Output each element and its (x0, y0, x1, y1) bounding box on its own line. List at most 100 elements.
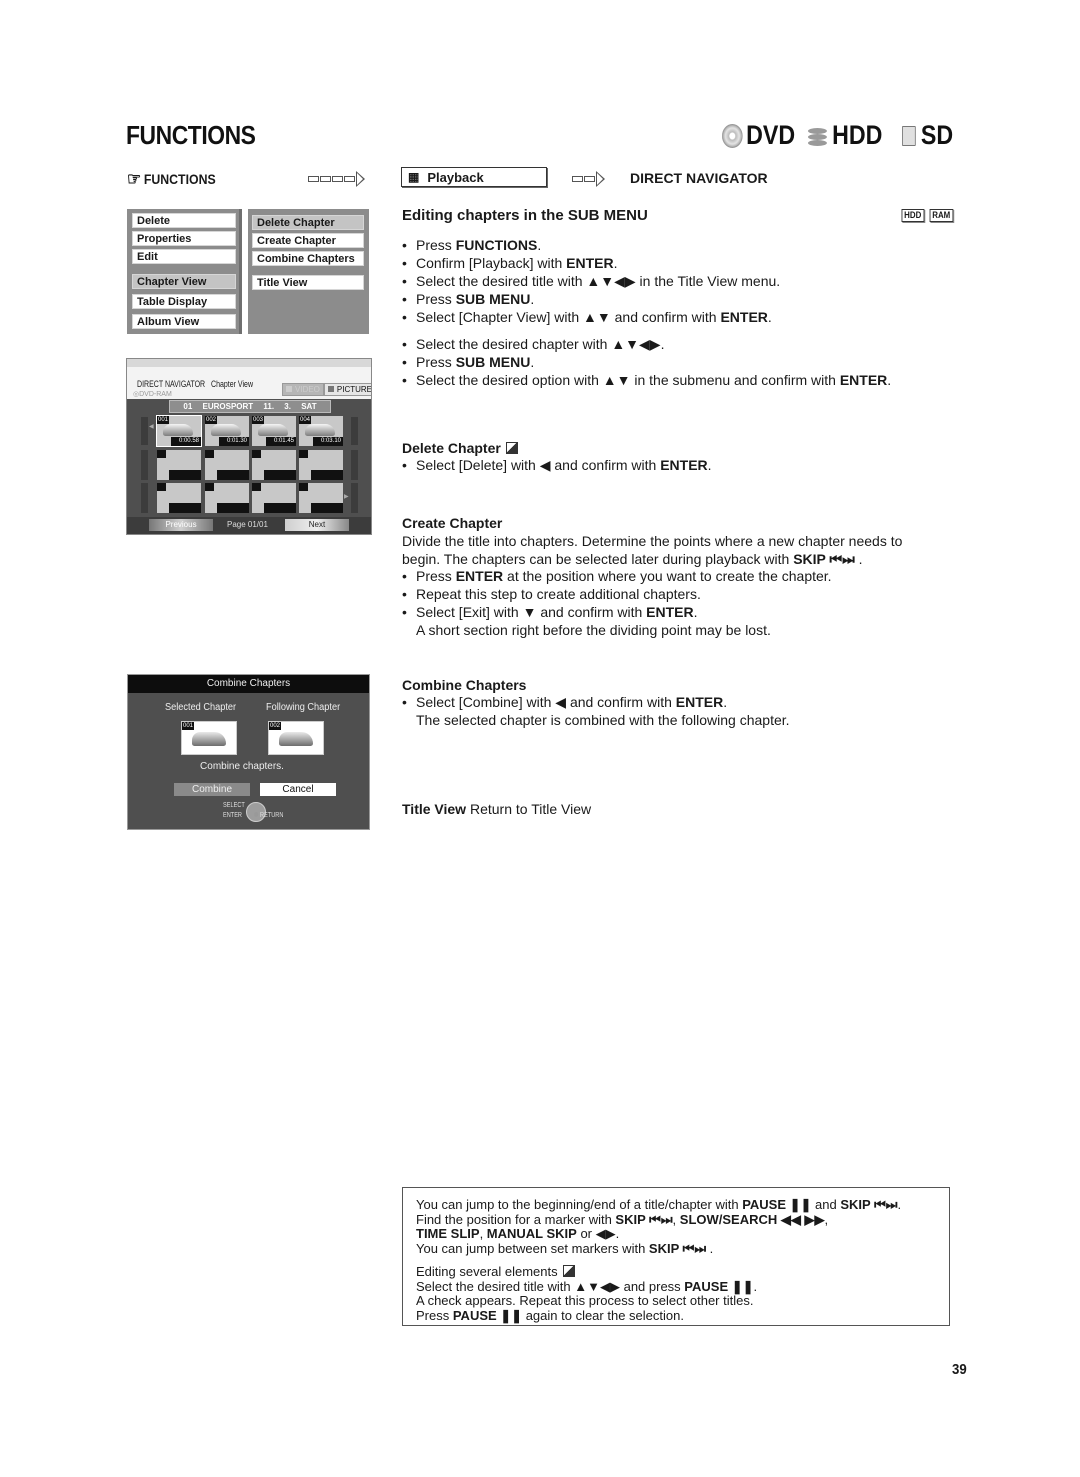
tip-line: Press PAUSE ❚❚ again to clear the select… (416, 1307, 684, 1323)
playback-icon: ▦ (408, 170, 420, 184)
step-item: Press ENTER at the position where you wa… (402, 567, 832, 585)
create-chapter-heading: Create Chapter (402, 515, 503, 531)
menu-item-chapter-view[interactable]: Chapter View (132, 274, 236, 289)
tab-video[interactable]: VIDEO (282, 383, 324, 396)
step-note: The selected chapter is combined with th… (416, 712, 790, 728)
media-sd: SD (902, 120, 953, 151)
functions-path-label: ☞ FUNCTIONS (127, 170, 216, 188)
step-item: Select [Combine] with ◀ and confirm with… (402, 693, 790, 711)
following-chapter-label: Following Chapter (266, 702, 341, 713)
dialog-message: Combine chapters. (200, 761, 284, 772)
pointing-hand-icon: ☞ (127, 169, 142, 189)
media-label: DVD (746, 120, 796, 150)
sd-card-icon (902, 125, 916, 146)
menu-item-properties[interactable]: Properties (132, 231, 236, 246)
playback-menu-item: ▦ Playback (401, 167, 547, 187)
menu-item-combine-chapters[interactable]: Combine Chapters (252, 251, 364, 266)
menu-item-create-chapter[interactable]: Create Chapter (252, 233, 364, 248)
delete-steps: Select [Delete] with ◀ and confirm with … (402, 456, 712, 474)
menu-item-delete-chapter[interactable]: Delete Chapter (252, 215, 364, 230)
return-dot-icon (254, 812, 259, 817)
selected-chapter-label: Selected Chapter (165, 702, 237, 713)
empty-chapter-slot (299, 450, 343, 480)
dn-title: DIRECT NAVIGATOR Chapter View (137, 379, 254, 389)
dvd-ram-label: ◎DVD-RAM (133, 391, 172, 398)
empty-chapter-slot (205, 483, 249, 513)
empty-chapter-slot (252, 483, 296, 513)
title-info-bar: 01 EUROSPORT 11. 3. SAT (169, 400, 331, 413)
dvd-disc-icon (722, 123, 743, 148)
dialog-title: Combine Chapters (128, 675, 369, 693)
tip-line: Editing several elements (416, 1264, 949, 1280)
combine-button[interactable]: Combine (174, 783, 250, 796)
step-item: Select the desired chapter with ▲▼◀▶. (402, 335, 891, 353)
media-hdd: HDD (808, 120, 882, 151)
step-note: A short section right before the dividin… (416, 622, 771, 638)
direct-navigator-screen: DIRECT NAVIGATOR Chapter View ◎DVD-RAM V… (126, 358, 372, 535)
menu-item-edit[interactable]: Edit (132, 249, 236, 264)
step-item: Select the desired title with ▲▼◀▶ in th… (402, 272, 780, 290)
badge-hdd: HDD (901, 209, 924, 222)
control-hint: SELECT ENTER RETURN (223, 802, 284, 819)
step-item: Press FUNCTIONS. (402, 236, 780, 254)
following-chapter-thumbnail: 002 (268, 721, 324, 755)
delete-chapter-heading: Delete Chapter (402, 440, 518, 456)
cancel-button[interactable]: Cancel (260, 783, 336, 796)
tab-picture[interactable]: PICTURE (323, 383, 371, 396)
menu-item-table-display[interactable]: Table Display (132, 294, 236, 309)
next-page-button[interactable]: Next (285, 519, 349, 531)
step-item: Select [Exit] with ▼ and confirm with EN… (402, 603, 832, 621)
tip-line: TIME SLIP, MANUAL SKIP or ◀▶. (416, 1226, 620, 1242)
tip-line: Find the position for a marker with SKIP… (416, 1211, 829, 1227)
page-number: 39 (952, 1361, 967, 1378)
step-item: Select the desired option with ▲▼ in the… (402, 371, 891, 389)
arrow-right-icon (308, 171, 365, 187)
step-item: Select [Chapter View] with ▲▼ and confir… (402, 308, 780, 326)
empty-chapter-slot (205, 450, 249, 480)
scroll-left-icon[interactable]: ◀ (149, 423, 154, 430)
steps-list-1: Press FUNCTIONS. Confirm [Playback] with… (402, 236, 780, 326)
page-indicator: Page 01/01 (227, 520, 268, 529)
tip-line: Select the desired title with ▲▼◀▶ and p… (416, 1278, 758, 1294)
section-title: Editing chapters in the SUB MENU (402, 207, 648, 224)
combine-chapters-dialog: Combine Chapters Selected Chapter Follow… (127, 674, 370, 830)
combine-steps: Select [Combine] with ◀ and confirm with… (402, 693, 790, 729)
empty-chapter-slot (157, 483, 201, 513)
tip-line: You can jump between set markers with SK… (416, 1241, 714, 1257)
chapter-thumbnail[interactable]: 003 0:01.45 (252, 416, 296, 446)
scroll-right-icon[interactable]: ▶ (344, 493, 349, 500)
step-item: Press SUB MENU. (402, 290, 780, 308)
empty-chapter-slot (299, 483, 343, 513)
menu-item-title-view[interactable]: Title View (252, 275, 364, 290)
empty-chapter-slot (252, 450, 296, 480)
step-item: Repeat this step to create additional ch… (402, 585, 832, 603)
steps-list-2: Select the desired chapter with ▲▼◀▶. Pr… (402, 335, 891, 389)
create-steps: Press ENTER at the position where you wa… (402, 567, 832, 639)
tip-line: A check appears. Repeat this process to … (416, 1293, 754, 1309)
functions-label: FUNCTIONS (143, 171, 216, 187)
tips-box: You can jump to the beginning/end of a t… (402, 1187, 950, 1326)
media-dvd: DVD (722, 120, 795, 151)
step-item: Confirm [Playback] with ENTER. (402, 254, 780, 272)
sub-menu-left: Delete Properties Edit Chapter View Tabl… (127, 209, 242, 334)
step-item: Select [Delete] with ◀ and confirm with … (402, 456, 712, 474)
page-title: FUNCTIONS (126, 120, 256, 150)
selected-chapter-thumbnail: 001 (181, 721, 237, 755)
empty-chapter-slot (157, 450, 201, 480)
menu-item-album-view[interactable]: Album View (132, 314, 236, 329)
previous-page-button[interactable]: Previous (149, 519, 213, 531)
chapter-thumbnail[interactable]: 004 0:03.10 (299, 416, 343, 446)
title-view-description: Title View Return to Title View (402, 801, 592, 817)
sub-menu-right: Delete Chapter Create Chapter Combine Ch… (248, 209, 369, 334)
chapter-thumbnail[interactable]: 002 0:01.30 (205, 416, 249, 446)
badge-ram: RAM (929, 209, 953, 222)
menu-item-delete[interactable]: Delete (132, 213, 236, 228)
chapter-thumbnail[interactable]: 001 0:00.58 (156, 415, 202, 447)
hdd-stack-icon (808, 126, 827, 146)
playback-label: Playback (427, 169, 484, 185)
tip-line: You can jump to the beginning/end of a t… (416, 1197, 902, 1212)
checkbox-icon (562, 1264, 575, 1277)
step-item: Press SUB MENU. (402, 353, 891, 371)
create-chapter-intro: Divide the title into chapters. Determin… (402, 533, 903, 567)
checkbox-icon (505, 442, 518, 454)
